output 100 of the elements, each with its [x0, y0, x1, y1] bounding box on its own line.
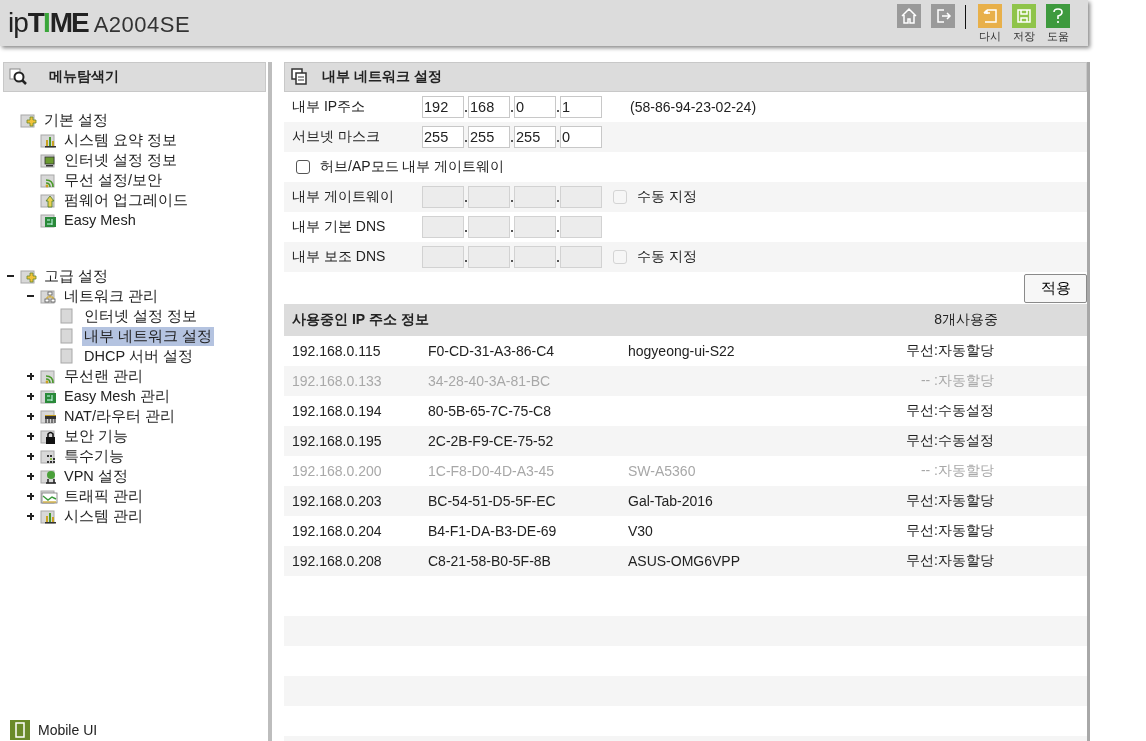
mesh-icon: [40, 211, 58, 229]
table-cell-text: 192.168.0.208: [292, 553, 383, 569]
bar-chart-icon: [40, 507, 58, 525]
folder-icon: [20, 267, 38, 285]
checkbox-label: 수동 지정: [637, 188, 697, 206]
table-cell-text: -- :자동할당: [919, 372, 994, 390]
field-label: 내부 보조 DNS: [292, 248, 387, 266]
octet-field[interactable]: 0: [560, 126, 602, 148]
table-cell-text: V30: [628, 523, 654, 539]
mesh-icon: [40, 387, 58, 405]
tree-item[interactable]: VPN 설정: [62, 466, 130, 486]
octet-field[interactable]: 168: [468, 96, 510, 118]
expand-icon[interactable]: [27, 452, 34, 460]
expand-icon[interactable]: [27, 492, 34, 500]
table-cell-text: 무선:자동할당: [905, 492, 994, 510]
table-cell-text: Gal-Tab-2016: [628, 493, 714, 509]
expand-icon[interactable]: [27, 392, 34, 400]
tree-item[interactable]: 보안 기능: [62, 426, 131, 446]
table-cell-text: 34-28-40-3A-81-BC: [428, 373, 552, 389]
lock-icon: [40, 427, 58, 445]
usage-count: 8개사용중: [933, 311, 998, 329]
tree-item[interactable]: NAT/라우터 관리: [62, 406, 177, 426]
table-title: 사용중인 IP 주소 정보: [292, 311, 430, 329]
table-cell-text: 1C-F8-D0-4D-A3-45: [428, 463, 556, 479]
table-cell-text: 192.168.0.194: [292, 403, 383, 419]
expand-icon[interactable]: [27, 412, 34, 420]
table-cell-text: 192.168.0.200: [292, 463, 383, 479]
expand-icon[interactable]: [27, 472, 34, 480]
table-cell-text: B4-F1-DA-B3-DE-69: [428, 523, 558, 539]
wifi-icon: [40, 171, 58, 189]
apply-button[interactable]: 적용: [1024, 273, 1087, 303]
checkbox-label: 허브/AP모드 내부 게이트웨이: [320, 158, 505, 176]
mac-address: (58-86-94-23-02-24): [630, 99, 757, 115]
tree-item[interactable]: 시스템 요약 정보: [62, 130, 180, 150]
tree-item[interactable]: 특수기능: [62, 446, 126, 466]
table-cell-text: hogyeong-ui-S22: [628, 343, 736, 359]
expand-icon[interactable]: [27, 372, 34, 380]
model-name: A2004SE: [93, 12, 191, 38]
mobile-ui-link[interactable]: Mobile UI: [38, 722, 98, 738]
octet-field[interactable]: 255: [468, 126, 510, 148]
network-icon: [40, 287, 58, 305]
monitor-icon: [40, 151, 58, 169]
field-label: 내부 기본 DNS: [292, 218, 387, 236]
octet-field[interactable]: 255: [514, 126, 556, 148]
tree-item[interactable]: 내부 네트워크 설정: [82, 326, 215, 346]
checkbox[interactable]: [296, 160, 310, 174]
table-cell-text: BC-54-51-D5-5F-EC: [428, 493, 557, 509]
folder-icon: [20, 111, 38, 129]
table-cell-text: -- :자동할당: [919, 462, 994, 480]
table-cell-text: C8-21-58-B0-5F-8B: [428, 553, 552, 569]
field-label: 서브넷 마스크: [292, 128, 381, 146]
table-cell-text: 무선:수동설정: [905, 432, 994, 450]
search-icon: [9, 68, 29, 86]
table-cell-text: 192.168.0.204: [292, 523, 383, 539]
bar-chart-icon: [40, 131, 58, 149]
tree-item[interactable]: 시스템 관리: [62, 506, 146, 526]
pages-icon: [290, 68, 310, 86]
octet-field[interactable]: 255: [422, 126, 464, 148]
checkbox-label: 수동 지정: [637, 248, 697, 266]
table-cell-text: 무선:수동설정: [905, 402, 994, 420]
octet-field[interactable]: 192: [422, 96, 464, 118]
panel-title: 내부 네트워크 설정: [322, 68, 442, 86]
table-cell-text: 무선:자동할당: [905, 342, 994, 360]
tree-item[interactable]: DHCP 서버 설정: [82, 346, 195, 366]
octet-field[interactable]: 1: [560, 96, 602, 118]
field-label: 내부 IP주소: [292, 98, 367, 116]
upload-icon: [40, 191, 58, 209]
tree-item[interactable]: 트래픽 관리: [62, 486, 146, 506]
octet-field[interactable]: 0: [514, 96, 556, 118]
expand-icon[interactable]: [27, 432, 34, 440]
table-cell-text: 무선:자동할당: [905, 552, 994, 570]
table-cell-text: 무선:자동할당: [905, 522, 994, 540]
tree-item[interactable]: Easy Mesh 관리: [62, 386, 172, 406]
table-cell-text: 80-5B-65-7C-75-C8: [428, 403, 552, 419]
globe-icon: [40, 467, 58, 485]
tree-item[interactable]: 인터넷 설정 정보: [82, 306, 200, 326]
dots-icon: [40, 447, 58, 465]
table-cell-text: SW-A5360: [628, 463, 697, 479]
table-cell-text: 192.168.0.133: [292, 373, 383, 389]
table-cell-text: 192.168.0.195: [292, 433, 383, 449]
table-cell-text: 192.168.0.203: [292, 493, 383, 509]
tree-item[interactable]: 기본 설정: [42, 110, 111, 130]
tree-item[interactable]: 네트워크 관리: [62, 286, 161, 306]
line-chart-icon: [40, 487, 58, 505]
tree-item[interactable]: 펌웨어 업그레이드: [62, 190, 191, 210]
router-icon: [40, 407, 58, 425]
tree-item[interactable]: Easy Mesh: [62, 212, 138, 228]
logo: ipTIME: [8, 8, 88, 38]
tree-item[interactable]: 무선랜 관리: [62, 366, 146, 386]
field-label: 내부 게이트웨이: [292, 188, 395, 206]
table-cell-text: ASUS-OMG6VPP: [628, 553, 742, 569]
table-cell-text: 192.168.0.115: [292, 343, 382, 359]
tree-item[interactable]: 인터넷 설정 정보: [62, 150, 180, 170]
tree-item[interactable]: 무선 설정/보안: [62, 170, 165, 190]
table-cell-text: 2C-2B-F9-CE-75-52: [428, 433, 555, 449]
wifi-icon: [40, 367, 58, 385]
table-cell-text: F0-CD-31-A3-86-C4: [428, 343, 556, 359]
tree-item[interactable]: 고급 설정: [42, 266, 111, 286]
panel-title: 메뉴탐색기: [49, 68, 119, 86]
expand-icon[interactable]: [27, 512, 34, 520]
